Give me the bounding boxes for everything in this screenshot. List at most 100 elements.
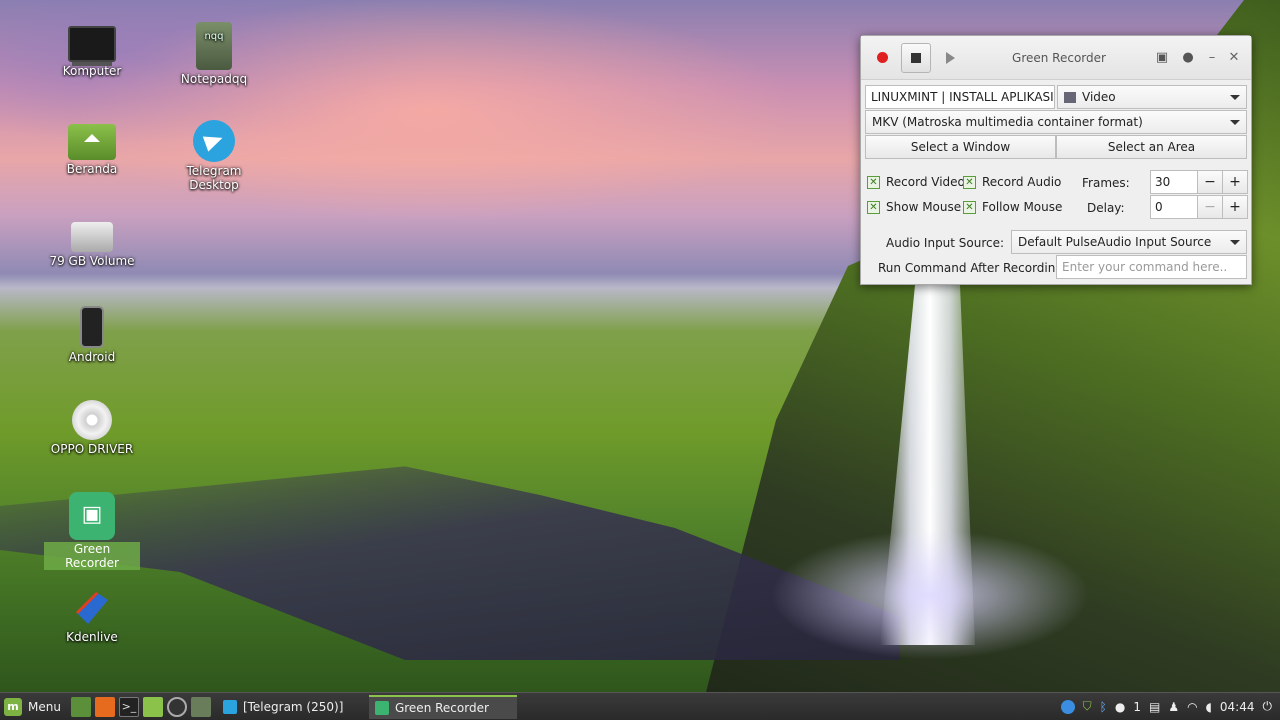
desktop-icon-android[interactable]: Android: [44, 306, 140, 364]
mint-logo-icon: m: [4, 697, 22, 716]
desktop-icon-label: Telegram Desktop: [186, 164, 242, 192]
screenshot-icon[interactable]: ▣: [1149, 50, 1175, 65]
task-label: Green Recorder: [394, 700, 489, 715]
desktop-icon-komputer[interactable]: Komputer: [44, 22, 140, 78]
update-manager-icon[interactable]: [1060, 699, 1075, 714]
record-video-label: Record Video: [886, 175, 965, 189]
desktop-icon-label: Android: [68, 350, 116, 364]
power-icon[interactable]: ⏻: [1263, 699, 1273, 714]
shield-icon[interactable]: ⛉: [1083, 699, 1092, 714]
notification-count: 1: [1133, 699, 1141, 714]
audio-source-value: Default PulseAudio Input Source: [1018, 235, 1212, 249]
green-recorder-icon: [374, 700, 389, 715]
desktop-icon-oppo-driver[interactable]: OPPO DRIVER: [44, 400, 140, 456]
desktop-icon-volume[interactable]: 79 GB Volume: [44, 212, 140, 268]
chevron-down-icon: [1230, 239, 1240, 245]
desktop-icon-label: OPPO DRIVER: [50, 442, 134, 456]
notification-icon[interactable]: ●: [1115, 700, 1125, 714]
audio-source-label: Audio Input Source:: [886, 236, 1005, 250]
chevron-down-icon: [1230, 119, 1240, 125]
home-folder-icon: [68, 124, 116, 160]
follow-mouse-label: Follow Mouse: [982, 200, 1063, 214]
desktop-icon-telegram[interactable]: Telegram Desktop: [166, 118, 262, 192]
follow-mouse-checkbox[interactable]: ✕ Follow Mouse: [963, 200, 1062, 214]
show-mouse-checkbox[interactable]: ✕ Show Mouse: [867, 200, 961, 214]
desktop-icon-label: 79 GB Volume: [49, 254, 135, 268]
wifi-icon[interactable]: ◠: [1187, 700, 1197, 714]
monitor-icon: [68, 26, 116, 62]
phone-icon: [80, 306, 104, 348]
frames-increment-button[interactable]: +: [1223, 170, 1248, 194]
record-audio-label: Record Audio: [982, 175, 1062, 189]
minimize-icon[interactable]: –: [1201, 50, 1223, 65]
close-icon[interactable]: ✕: [1223, 50, 1245, 65]
delay-stepper[interactable]: 0 − +: [1150, 195, 1248, 219]
frames-decrement-button[interactable]: −: [1198, 170, 1223, 194]
format-select[interactable]: MKV (Matroska multimedia container forma…: [865, 110, 1247, 134]
film-icon: [1064, 91, 1076, 103]
run-command-label: Run Command After Recording:: [878, 261, 1068, 275]
green-recorder-icon: [69, 492, 115, 540]
taskbar: m Menu >_ [Telegram (250)] Green Recorde…: [0, 692, 1280, 720]
show-desktop-icon[interactable]: [70, 696, 91, 717]
frames-label: Frames:: [1082, 176, 1130, 190]
volume-icon[interactable]: ◖: [1206, 700, 1212, 714]
select-window-button[interactable]: Select a Window: [865, 135, 1056, 159]
run-command-input[interactable]: Enter your command here..: [1056, 255, 1247, 279]
telegram-icon: [222, 699, 237, 714]
checkbox-checked-icon: ✕: [867, 175, 880, 189]
terminal-icon[interactable]: >_: [118, 696, 139, 717]
delay-input[interactable]: 0: [1150, 195, 1198, 219]
desktop-icon-kdenlive[interactable]: Kdenlive: [44, 588, 140, 644]
type-select-value: Video: [1082, 90, 1116, 104]
record-audio-checkbox[interactable]: ✕ Record Audio: [963, 175, 1061, 189]
desktop-icon-label: Kdenlive: [66, 630, 118, 644]
obs-icon[interactable]: [166, 696, 187, 717]
checkbox-checked-icon: ✕: [867, 200, 880, 214]
filename-field[interactable]: LINUXMINT | INSTALL APLIKASI: [865, 85, 1055, 109]
desktop-icon-label: Green Recorder: [44, 542, 140, 570]
frames-input[interactable]: 30: [1150, 170, 1198, 194]
frames-stepper[interactable]: 30 − +: [1150, 170, 1248, 194]
notepadqq-icon[interactable]: [190, 696, 211, 717]
delay-label: Delay:: [1087, 201, 1125, 215]
delay-decrement-button[interactable]: −: [1198, 195, 1223, 219]
files-icon[interactable]: [142, 696, 163, 717]
notepadqq-icon: nqq: [196, 22, 232, 70]
select-area-button[interactable]: Select an Area: [1056, 135, 1247, 159]
info-icon[interactable]: ●: [1175, 50, 1201, 65]
clock[interactable]: 04:44: [1220, 700, 1255, 714]
firefox-icon[interactable]: [94, 696, 115, 717]
green-recorder-window: Green Recorder ▣ ● – ✕ LINUXMINT | INSTA…: [860, 35, 1252, 285]
play-button[interactable]: [935, 43, 965, 73]
record-icon: [876, 52, 888, 63]
desktop-icon-green-recorder[interactable]: Green Recorder: [44, 492, 140, 570]
checkbox-checked-icon: ✕: [963, 175, 976, 189]
desktop-icon-label: Komputer: [62, 64, 122, 78]
type-select[interactable]: Video: [1057, 85, 1247, 109]
audio-source-select[interactable]: Default PulseAudio Input Source: [1011, 230, 1247, 254]
stop-button[interactable]: [901, 42, 931, 73]
record-video-checkbox[interactable]: ✕ Record Video: [867, 175, 965, 189]
chevron-down-icon: [1230, 94, 1240, 100]
format-select-value: MKV (Matroska multimedia container forma…: [872, 115, 1143, 129]
kdenlive-icon: [76, 592, 108, 624]
titlebar: Green Recorder ▣ ● – ✕: [861, 36, 1251, 80]
delay-increment-button[interactable]: +: [1223, 195, 1248, 219]
wallpaper-mist: [770, 530, 1090, 660]
user-icon[interactable]: ♟: [1168, 700, 1179, 714]
drive-icon: [71, 222, 113, 252]
task-telegram[interactable]: [Telegram (250)]: [217, 695, 365, 719]
system-tray: ⛉ ᛒ ● 1 ▤ ♟ ◠ ◖ 04:44 ⏻: [1060, 699, 1280, 714]
menu-label: Menu: [28, 699, 61, 714]
desktop-icon-beranda[interactable]: Beranda: [44, 118, 140, 176]
checkbox-checked-icon: ✕: [963, 200, 976, 214]
record-button[interactable]: [867, 43, 897, 73]
bluetooth-icon[interactable]: ᛒ: [1100, 700, 1107, 714]
desktop-icon-notepadqq[interactable]: nqq Notepadqq: [166, 22, 262, 86]
desktop-icon-label: Notepadqq: [180, 72, 248, 86]
menu-button[interactable]: m Menu: [0, 693, 69, 720]
window-title: Green Recorder: [1012, 50, 1106, 65]
clipboard-icon[interactable]: ▤: [1149, 700, 1160, 714]
task-green-recorder[interactable]: Green Recorder: [368, 694, 517, 719]
